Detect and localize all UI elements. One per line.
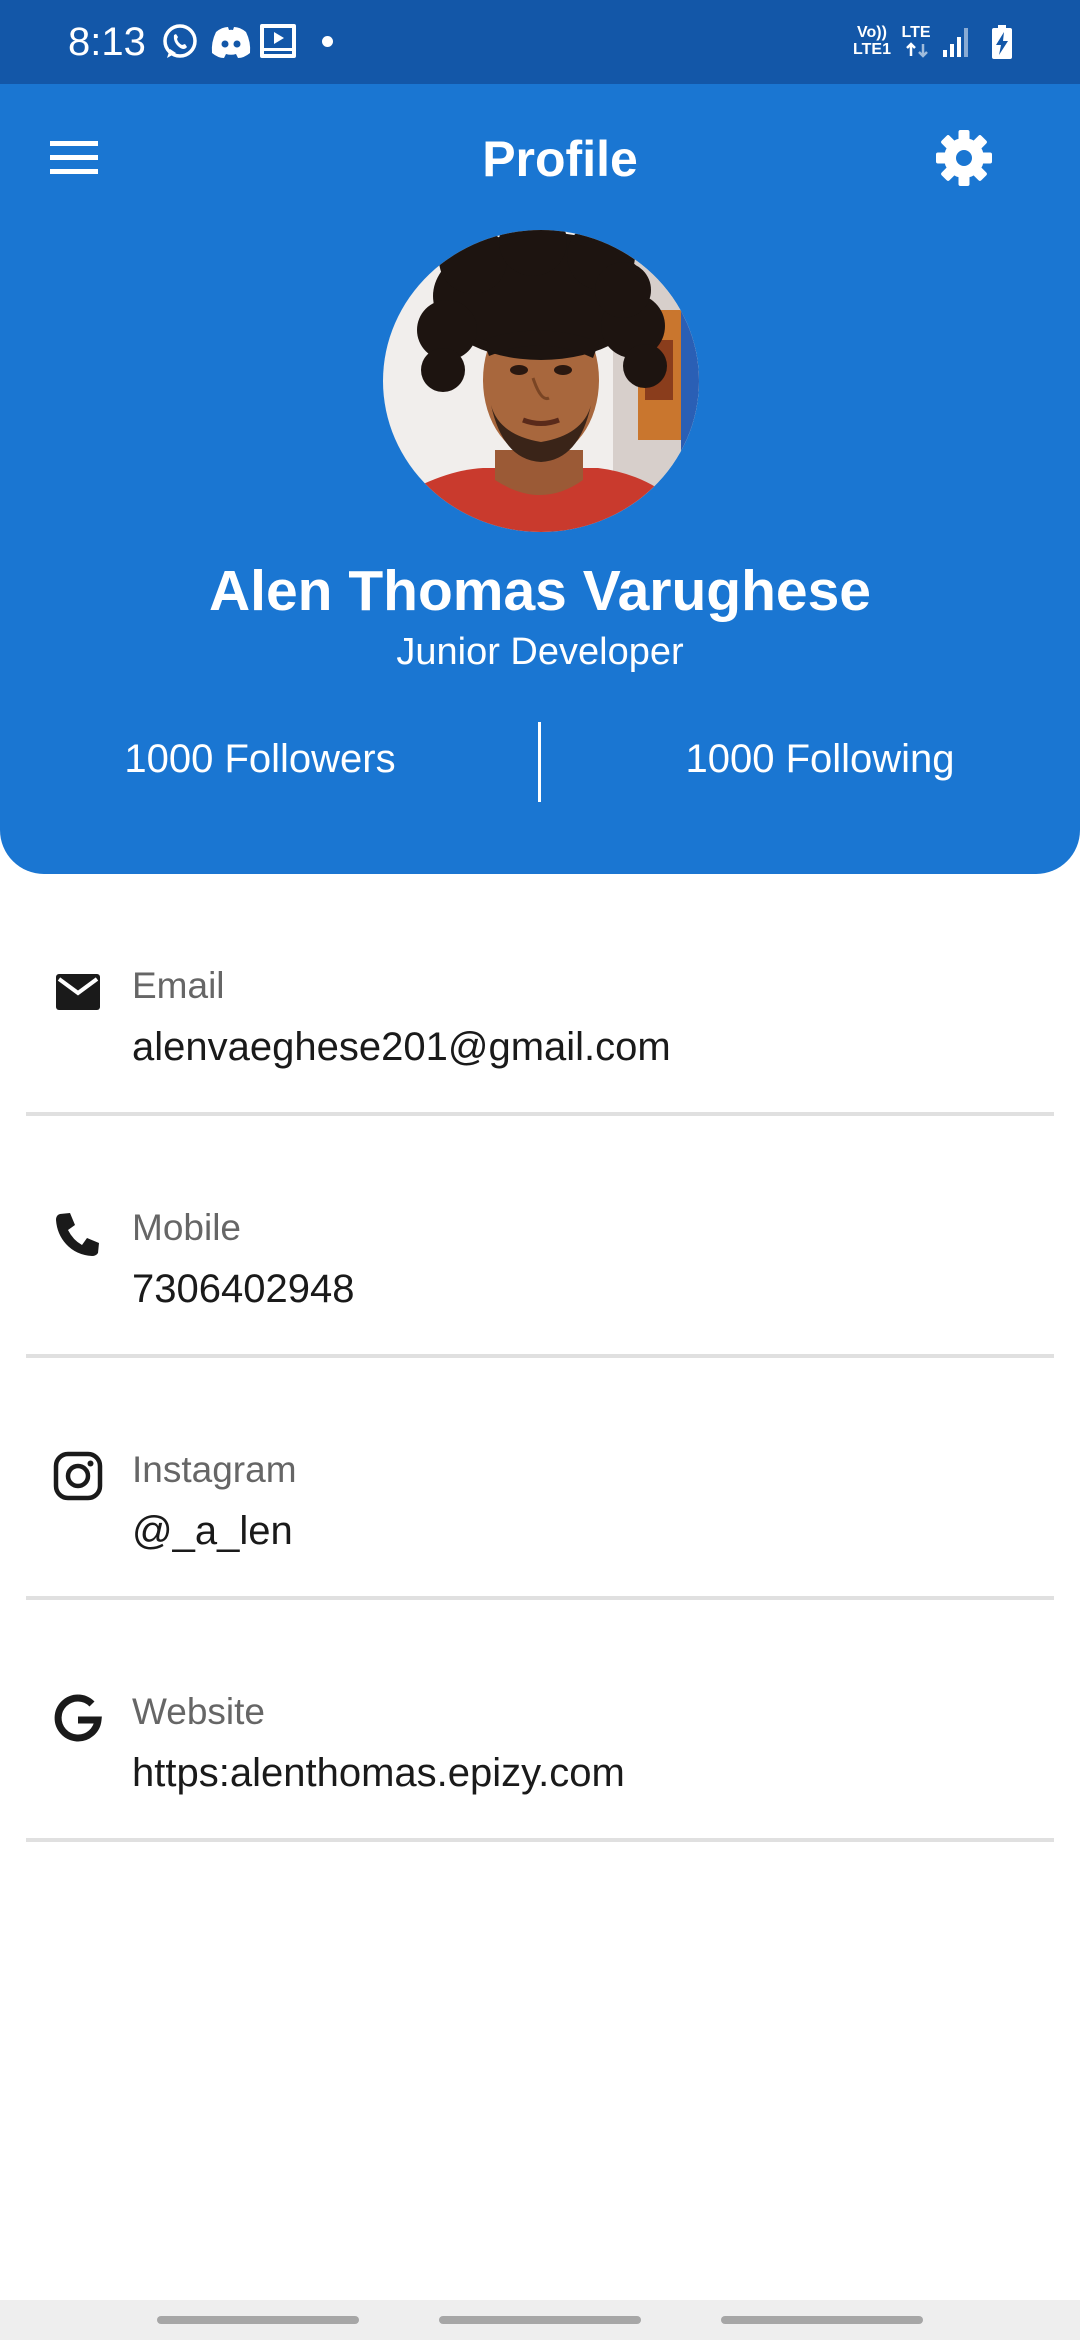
- youtube-icon: [260, 24, 296, 58]
- contact-info-list: Email alenvaeghese201@gmail.com Mobile 7…: [26, 874, 1054, 1842]
- instagram-label: Instagram: [132, 1449, 297, 1490]
- mobile-label: Mobile: [132, 1207, 241, 1248]
- following-count[interactable]: 1000 Following: [545, 734, 1080, 784]
- battery-charging-icon: [992, 25, 1012, 59]
- avatar[interactable]: [383, 230, 699, 532]
- user-name: Alen Thomas Varughese: [208, 559, 872, 623]
- whatsapp-icon: [163, 24, 197, 58]
- gear-icon[interactable]: [930, 124, 998, 192]
- system-nav-bar: [0, 2300, 1080, 2340]
- signal-icon: [943, 28, 968, 57]
- info-item-website[interactable]: Website https:alenthomas.epizy.com: [26, 1600, 1054, 1842]
- instagram-icon: [53, 1451, 103, 1501]
- followers-count[interactable]: 1000 Followers: [0, 734, 520, 784]
- stats-divider: [538, 722, 541, 802]
- website-label: Website: [132, 1691, 265, 1732]
- info-item-email[interactable]: Email alenvaeghese201@gmail.com: [26, 874, 1054, 1116]
- network-type-label: LTE: [901, 24, 931, 41]
- nav-recent-handle[interactable]: [157, 2316, 359, 2324]
- website-value: https:alenthomas.epizy.com: [132, 1751, 625, 1795]
- info-item-mobile[interactable]: Mobile 7306402948: [26, 1116, 1054, 1358]
- instagram-value: @_a_len: [132, 1509, 293, 1553]
- nav-home-handle[interactable]: [439, 2316, 641, 2324]
- profile-header: Profile Alen Thomas Varughese Junior Dev…: [0, 84, 1080, 874]
- info-item-instagram[interactable]: Instagram @_a_len: [26, 1358, 1054, 1600]
- mobile-value: 7306402948: [132, 1267, 355, 1311]
- google-icon: [54, 1694, 102, 1742]
- email-label: Email: [132, 965, 225, 1006]
- status-bar: 8:13 Vo)) LTE1 LTE: [0, 0, 1080, 84]
- data-arrows-icon: [906, 42, 928, 58]
- email-value: alenvaeghese201@gmail.com: [132, 1025, 671, 1069]
- phone-icon: [56, 1213, 99, 1256]
- discord-icon: [211, 27, 251, 58]
- email-icon: [56, 974, 100, 1010]
- nav-back-handle[interactable]: [721, 2316, 923, 2324]
- status-time: 8:13: [68, 20, 146, 64]
- page-title: Profile: [482, 131, 638, 187]
- notification-dot: [322, 36, 333, 47]
- user-role: Junior Developer: [396, 631, 684, 673]
- network-volte-label: Vo)) LTE1: [853, 24, 891, 58]
